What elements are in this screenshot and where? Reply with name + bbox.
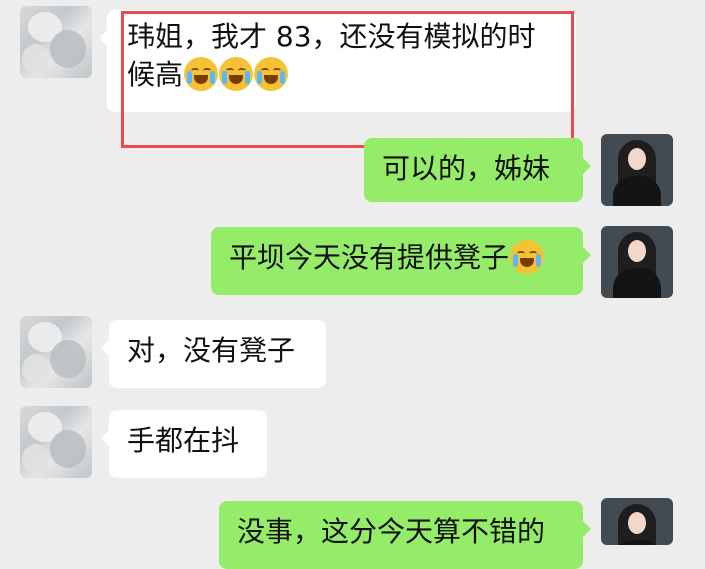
avatar-blur-shape bbox=[22, 354, 50, 384]
avatar-blur-shape bbox=[50, 30, 86, 68]
avatar-body bbox=[613, 268, 661, 298]
message-bubble-received[interactable]: 手都在抖 bbox=[101, 410, 267, 478]
avatar-face bbox=[628, 148, 646, 170]
avatar-blur-shape bbox=[22, 444, 50, 474]
avatar-body bbox=[613, 176, 661, 206]
contact-avatar[interactable] bbox=[20, 316, 92, 388]
avatar-blur-shape bbox=[22, 44, 50, 74]
avatar-blur-shape bbox=[50, 340, 86, 378]
message-bubble-sent[interactable]: 没事，这分今天算不错的 bbox=[219, 501, 591, 569]
user-avatar[interactable] bbox=[601, 134, 673, 206]
crying-face-emoji-icon bbox=[510, 240, 545, 274]
message-text: 手都在抖 bbox=[127, 424, 240, 457]
message-text: 对，没有凳子 bbox=[127, 334, 296, 367]
message-bubble-sent[interactable]: 可以的，姊妹 bbox=[364, 138, 591, 202]
message-bubble-sent[interactable]: 平坝今天没有提供凳子 bbox=[211, 227, 591, 295]
user-avatar[interactable] bbox=[601, 226, 673, 298]
chat-thread: 玮姐，我才 83，还没有模拟的时 候高 可以的，姊妹 平坝今天没有提供凳子 对，… bbox=[0, 0, 705, 569]
message-bubble-received[interactable]: 对，没有凳子 bbox=[101, 320, 326, 388]
message-text: 平坝今天没有提供凳子 bbox=[229, 241, 510, 274]
avatar-face bbox=[628, 240, 646, 262]
message-text: 没事，这分今天算不错的 bbox=[237, 515, 546, 548]
contact-avatar[interactable] bbox=[20, 6, 92, 78]
user-avatar[interactable] bbox=[601, 498, 673, 545]
contact-avatar[interactable] bbox=[20, 406, 92, 478]
message-text: 可以的，姊妹 bbox=[382, 152, 551, 185]
highlight-box bbox=[121, 11, 574, 148]
avatar-face bbox=[628, 512, 646, 534]
avatar-blur-shape bbox=[50, 430, 86, 468]
